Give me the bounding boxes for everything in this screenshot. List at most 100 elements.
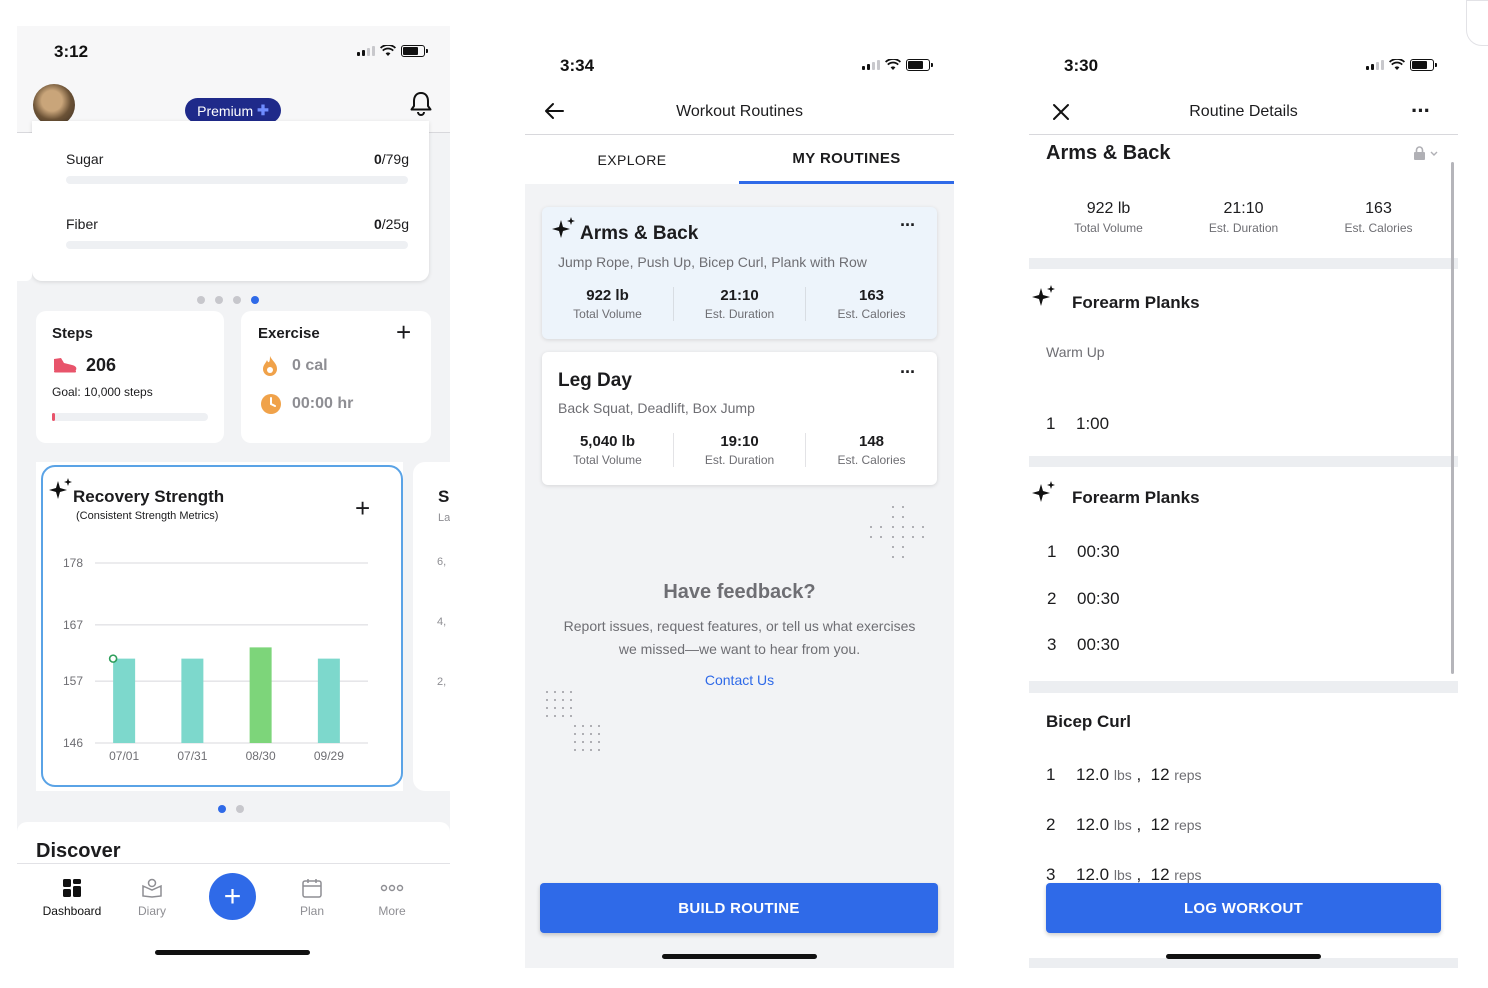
x-tick-label: 07/01 (109, 749, 139, 763)
status-icons (357, 45, 428, 57)
chart-carousel-dots[interactable] (213, 800, 249, 818)
nav-label: Diary (137, 904, 166, 918)
nav-diary[interactable]: Diary (117, 878, 187, 918)
wifi-icon (885, 59, 901, 70)
add-exercise-icon[interactable]: + (396, 317, 411, 348)
exercise-title[interactable]: Bicep Curl (1046, 712, 1131, 732)
more-options-icon[interactable]: ··· (1411, 98, 1431, 124)
routine-stats: 5,040 lb Total Volume 19:10 Est. Duration … (542, 433, 937, 467)
stat-duration: 21:10 Est. Duration (673, 287, 806, 321)
peek-tick: 6, (437, 556, 447, 568)
routine-stats: 922 lb Total Volume 21:10 Est. Duration 16… (542, 287, 937, 321)
steps-progress-fill (52, 413, 56, 421)
wifi-icon (1389, 59, 1405, 70)
stat-duration: 21:10 Est. Duration (1176, 200, 1311, 235)
steps-count: 206 (86, 355, 117, 375)
y-tick-label: 167 (63, 618, 83, 632)
carousel-dots[interactable] (192, 291, 264, 309)
bottom-divider (1029, 958, 1458, 968)
routine-card[interactable]: Leg Day ··· Back Squat, Deadlift, Box Ju… (542, 352, 937, 485)
exercise-title: Exercise (258, 325, 320, 342)
routine-name: Arms & Back (580, 223, 699, 244)
bottom-nav: Dashboard Diary + Plan More (17, 863, 450, 966)
set-number: 3 (1047, 635, 1057, 654)
set-weight: 12.0 (1076, 865, 1110, 884)
stat-label: Total Volume (1074, 221, 1143, 235)
set-row: 1 1:00 (1046, 414, 1109, 434)
build-routine-button[interactable]: BUILD ROUTINE (540, 883, 938, 933)
tab-explore[interactable]: EXPLORE (525, 135, 739, 184)
nav-more[interactable]: More (357, 878, 427, 918)
steps-title: Steps (52, 325, 93, 342)
nutrient-progress (66, 176, 408, 184)
exercise-title[interactable]: Forearm Planks (1072, 488, 1200, 508)
scrollbar[interactable] (1451, 162, 1454, 674)
bar (181, 658, 204, 743)
x-tick-label: 07/31 (177, 749, 207, 763)
peek-subtitle: La (438, 512, 450, 524)
peek-tick: 2, (437, 676, 447, 688)
status-time: 3:30 (1064, 56, 1099, 75)
stat-value: 5,040 lb (579, 433, 636, 450)
nutrient-value: 0/79g (373, 151, 409, 167)
dashboard-screen: 3:12 Premium ✚ Sugar 0/79g Fiber 0/25g S… (17, 26, 450, 966)
routine-menu-icon[interactable]: ··· (900, 362, 916, 383)
routine-exercises: Back Squat, Deadlift, Box Jump (558, 400, 755, 416)
premium-badge[interactable]: Premium ✚ (185, 98, 281, 123)
set-row: 1 12.0 lbs , 12 reps (1046, 765, 1202, 784)
stat-label: Est. Calories (1344, 221, 1413, 235)
nav-plan[interactable]: Plan (277, 878, 347, 918)
bell-icon[interactable] (409, 90, 433, 116)
set-row: 1 00:30 (1047, 542, 1120, 562)
add-entry-button[interactable]: + (209, 873, 256, 920)
nutrients-card: Sugar 0/79g Fiber 0/25g (32, 121, 429, 281)
routine-menu-icon[interactable]: ··· (900, 215, 916, 236)
stat-volume: 922 lb Total Volume (1041, 200, 1176, 235)
tab-label: MY ROUTINES (792, 149, 901, 167)
set-weight-unit: lbs (1113, 867, 1132, 883)
data-point-marker (108, 654, 118, 663)
avatar[interactable] (33, 84, 75, 126)
flame-icon (263, 356, 277, 376)
set-number: 2 (1047, 589, 1057, 608)
routine-card[interactable]: Arms & Back ··· Jump Rope, Push Up, Bice… (542, 207, 937, 339)
home-indicator (1166, 954, 1321, 959)
log-workout-button[interactable]: LOG WORKOUT (1046, 883, 1441, 933)
battery-icon (906, 59, 933, 71)
page-title: Workout Routines (676, 103, 803, 120)
sparkle-icon (1032, 481, 1055, 502)
routine-name: Leg Day (558, 370, 632, 391)
left-card-edge (17, 133, 32, 281)
set-reps: 12 (1150, 815, 1170, 834)
y-tick-label: 178 (63, 556, 83, 570)
status-icons (862, 59, 933, 71)
bar (249, 647, 272, 743)
status-icons (1366, 59, 1437, 71)
exercise-title[interactable]: Forearm Planks (1072, 293, 1200, 313)
recovery-strength-card[interactable]: Recovery Strength (Consistent Strength M… (41, 465, 403, 787)
stat-label: Est. Duration (1208, 221, 1279, 235)
page-title: Routine Details (1189, 103, 1298, 120)
steps-card[interactable]: Steps 206 Goal: 10,000 steps (36, 311, 224, 443)
peek-tick: 4, (437, 616, 447, 628)
set-weight: 12.0 (1076, 765, 1110, 784)
next-chart-card-peek[interactable]: S La 6, 4, 2, (413, 462, 450, 791)
tab-my-routines[interactable]: MY ROUTINES (739, 135, 954, 184)
add-metric-icon[interactable]: + (355, 493, 370, 524)
exercise-duration: 00:00 hr (292, 395, 354, 412)
lock-icon[interactable] (1413, 146, 1441, 160)
stat-value: 21:10 (720, 287, 759, 304)
stat-value: 922 lb (586, 287, 629, 304)
contact-us-link[interactable]: Contact Us (525, 672, 954, 688)
plus-icon: ✚ (257, 102, 269, 118)
exercise-card[interactable]: Exercise + 0 cal 00:00 hr (241, 311, 431, 443)
nav-dashboard[interactable]: Dashboard (37, 878, 107, 918)
signal-icon (357, 46, 375, 56)
section-divider (1029, 258, 1458, 269)
set-number: 1 (1047, 542, 1057, 561)
stat-calories: 148 Est. Calories (806, 433, 937, 467)
stat-volume: 5,040 lb Total Volume (542, 433, 673, 467)
status-time: 3:34 (560, 56, 595, 75)
set-value: 00:30 (1077, 635, 1120, 654)
stat-duration: 19:10 Est. Duration (673, 433, 806, 467)
